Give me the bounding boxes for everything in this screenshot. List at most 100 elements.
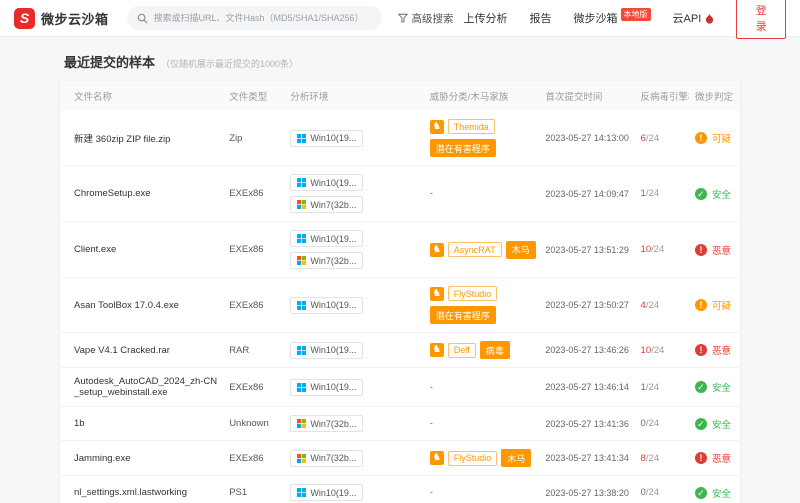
nav-reports[interactable]: 报告 xyxy=(530,10,552,26)
malware-family-badge[interactable]: FlyStudio xyxy=(448,286,498,301)
first-submit-time: 2023-05-27 13:51:29 xyxy=(545,245,629,255)
search-icon xyxy=(137,13,148,24)
first-submit-time: 2023-05-27 14:09:47 xyxy=(545,189,629,199)
trojan-horse-icon: ♞ xyxy=(430,343,444,357)
env-badge-win10[interactable]: Win10(19... xyxy=(290,297,363,314)
file-name[interactable]: ChromeSetup.exe xyxy=(74,188,151,199)
env-badge-win10[interactable]: Win10(19... xyxy=(290,174,363,191)
malware-family-badge[interactable]: Delf xyxy=(448,343,476,358)
verdict-label: 安全 xyxy=(712,380,731,394)
table-header-row: 文件名称 文件类型 分析环境 威胁分类/木马家族 首次提交时间 反病毒引擎检出 … xyxy=(60,81,740,111)
trojan-horse-icon: ♞ xyxy=(430,243,444,257)
potentially-harmful-badge[interactable]: 潜在有害程序 xyxy=(430,139,496,157)
col-header-environment: 分析环境 xyxy=(284,81,423,111)
table-row: Autodesk_AutoCAD_2024_zh-CN_setup_webins… xyxy=(60,368,740,407)
verdict-label: 可疑 xyxy=(712,298,731,312)
search-input[interactable] xyxy=(154,13,372,23)
first-submit-time: 2023-05-27 14:13:00 xyxy=(545,133,629,143)
advanced-search-button[interactable]: 高级搜索 xyxy=(398,11,454,26)
env-badge-win10[interactable]: Win10(19... xyxy=(290,342,363,359)
win10-windows-logo-icon xyxy=(297,346,306,355)
malware-family-badge[interactable]: AsyncRAT xyxy=(448,242,502,257)
env-list: Win7(32b... xyxy=(290,450,417,467)
nav-links: 上传分析 报告 微步沙箱 本地版 云API 登录 xyxy=(464,0,786,39)
file-type: EXEx86 xyxy=(229,382,263,393)
threat-cell: - xyxy=(424,166,540,222)
detect-total: /24 xyxy=(646,418,659,429)
table-row: nl_settings.xml.lastworking PS1 Win10(19… xyxy=(60,476,740,503)
col-header-filetype: 文件类型 xyxy=(223,81,284,111)
local-edition-badge: 本地版 xyxy=(621,8,651,21)
first-submit-time: 2023-05-27 13:46:26 xyxy=(545,345,629,355)
env-list: Win10(19... Win7(32b... xyxy=(290,230,417,269)
env-list: Win10(19... xyxy=(290,342,417,359)
verdict-safe-icon: ✓ xyxy=(695,487,707,499)
verdict-badge: ✓ 安全 xyxy=(695,486,734,500)
no-threat-dash: - xyxy=(430,487,433,498)
file-name[interactable]: 新建 360zip ZIP file.zip xyxy=(74,134,170,145)
table-row: 1b Unknown Win7(32b... - 2023-05-27 13:4… xyxy=(60,407,740,441)
file-name[interactable]: nl_settings.xml.lastworking xyxy=(74,487,187,498)
potentially-harmful-badge[interactable]: 潜在有害程序 xyxy=(430,306,496,324)
search-box[interactable] xyxy=(127,6,382,30)
file-name[interactable]: Vape V4.1 Cracked.rar xyxy=(74,345,170,356)
detect-total: /24 xyxy=(646,382,659,393)
file-name[interactable]: Autodesk_AutoCAD_2024_zh-CN_setup_webins… xyxy=(74,376,217,398)
table-row: ChromeSetup.exe EXEx86 Win10(19... Win7(… xyxy=(60,166,740,222)
verdict-label: 恶意 xyxy=(712,243,731,257)
first-submit-time: 2023-05-27 13:41:36 xyxy=(545,419,629,429)
env-list: Win10(19... xyxy=(290,484,417,501)
env-badge-win7[interactable]: Win7(32b... xyxy=(290,252,363,269)
detect-count: 10 xyxy=(641,345,652,356)
env-badge-win10[interactable]: Win10(19... xyxy=(290,130,363,147)
threat-category-badge[interactable]: 木马 xyxy=(506,241,536,259)
trojan-horse-icon: ♞ xyxy=(430,120,444,134)
threatbook-logo-icon: S xyxy=(14,8,35,29)
login-button[interactable]: 登录 xyxy=(736,0,786,39)
env-badge-win10[interactable]: Win10(19... xyxy=(290,484,363,501)
table-row: Jamming.exe EXEx86 Win7(32b... ♞ FlyStud… xyxy=(60,441,740,476)
nav-upload-analysis[interactable]: 上传分析 xyxy=(464,10,508,26)
verdict-malicious-icon: ! xyxy=(695,452,707,464)
env-badge-win7[interactable]: Win7(32b... xyxy=(290,196,363,213)
file-name[interactable]: Client.exe xyxy=(74,244,116,255)
file-type: EXEx86 xyxy=(229,453,263,464)
detect-count: 10 xyxy=(641,244,652,255)
verdict-badge: ! 可疑 xyxy=(695,298,734,312)
brand-logo[interactable]: S 微步云沙箱 xyxy=(14,8,109,29)
threat-category-badge[interactable]: 木马 xyxy=(501,449,531,467)
env-badge-win7[interactable]: Win7(32b... xyxy=(290,415,363,432)
nav-cloud-api[interactable]: 云API xyxy=(673,10,715,26)
verdict-safe-icon: ✓ xyxy=(695,188,707,200)
env-badge-win10[interactable]: Win10(19... xyxy=(290,379,363,396)
brand-name: 微步云沙箱 xyxy=(41,9,109,28)
threat-cell: ♞ AsyncRAT 木马 xyxy=(424,222,540,278)
threat-cell: ♞ FlyStudio 潜在有害程序 xyxy=(424,278,540,333)
file-type: PS1 xyxy=(229,487,247,498)
samples-card: 文件名称 文件类型 分析环境 威胁分类/木马家族 首次提交时间 反病毒引擎检出 … xyxy=(60,81,740,503)
malware-family-badge[interactable]: FlyStudio xyxy=(448,451,498,466)
win7-windows-logo-icon xyxy=(297,454,306,463)
file-name[interactable]: 1b xyxy=(74,418,85,429)
win10-windows-logo-icon xyxy=(297,488,306,497)
file-name[interactable]: Jamming.exe xyxy=(74,453,131,464)
env-badge-win10[interactable]: Win10(19... xyxy=(290,230,363,247)
win10-windows-logo-icon xyxy=(297,178,306,187)
no-threat-dash: - xyxy=(430,382,433,393)
file-type: EXEx86 xyxy=(229,300,263,311)
threat-category-badge[interactable]: 病毒 xyxy=(480,341,510,359)
table-body: 新建 360zip ZIP file.zip Zip Win10(19... ♞… xyxy=(60,111,740,503)
detect-total: /24 xyxy=(646,133,659,144)
file-name[interactable]: Asan ToolBox 17.0.4.exe xyxy=(74,300,179,311)
detect-total: /24 xyxy=(646,188,659,199)
env-badge-win7[interactable]: Win7(32b... xyxy=(290,450,363,467)
verdict-badge: ✓ 安全 xyxy=(695,380,734,394)
verdict-label: 恶意 xyxy=(712,451,731,465)
detect-total: /24 xyxy=(651,345,664,356)
verdict-label: 安全 xyxy=(712,486,731,500)
nav-sandbox[interactable]: 微步沙箱 本地版 xyxy=(574,10,651,26)
verdict-malicious-icon: ! xyxy=(695,244,707,256)
first-submit-time: 2023-05-27 13:41:34 xyxy=(545,453,629,463)
filter-funnel-icon xyxy=(398,13,408,23)
malware-family-badge[interactable]: Themida xyxy=(448,119,495,134)
